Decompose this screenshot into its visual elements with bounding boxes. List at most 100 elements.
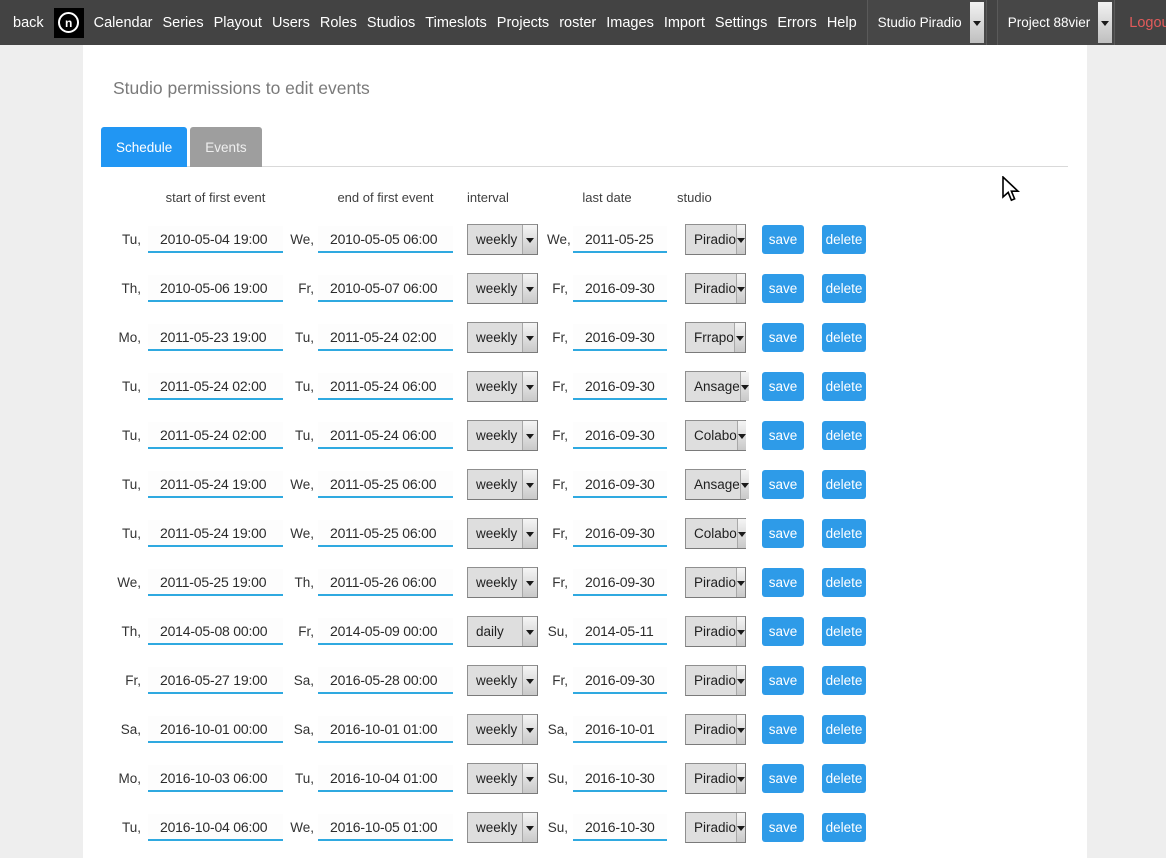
delete-button[interactable]: delete bbox=[822, 225, 866, 254]
nav-item-images[interactable]: Images bbox=[606, 15, 654, 31]
nav-item-studios[interactable]: Studios bbox=[367, 15, 415, 31]
nav-item-projects[interactable]: Projects bbox=[497, 15, 549, 31]
delete-button[interactable]: delete bbox=[822, 617, 866, 646]
last-date-input[interactable] bbox=[573, 373, 667, 400]
studio-select[interactable]: Piradio bbox=[685, 273, 746, 304]
end-datetime-input[interactable] bbox=[318, 618, 453, 645]
start-datetime-input[interactable] bbox=[148, 765, 283, 792]
delete-button[interactable]: delete bbox=[822, 568, 866, 597]
interval-select[interactable]: weekly bbox=[467, 322, 538, 353]
nav-item-playout[interactable]: Playout bbox=[214, 15, 262, 31]
end-datetime-input[interactable] bbox=[318, 226, 453, 253]
save-button[interactable]: save bbox=[762, 519, 804, 548]
last-date-input[interactable] bbox=[573, 226, 667, 253]
start-datetime-input[interactable] bbox=[148, 373, 283, 400]
save-button[interactable]: save bbox=[762, 617, 804, 646]
interval-select[interactable]: weekly bbox=[467, 273, 538, 304]
studio-select[interactable]: Piradio bbox=[685, 714, 746, 745]
start-datetime-input[interactable] bbox=[148, 569, 283, 596]
nav-item-settings[interactable]: Settings bbox=[715, 15, 767, 31]
delete-button[interactable]: delete bbox=[822, 764, 866, 793]
nav-item-help[interactable]: Help bbox=[827, 15, 857, 31]
nav-item-roles[interactable]: Roles bbox=[320, 15, 357, 31]
save-button[interactable]: save bbox=[762, 715, 804, 744]
last-date-input[interactable] bbox=[573, 765, 667, 792]
end-datetime-input[interactable] bbox=[318, 667, 453, 694]
start-datetime-input[interactable] bbox=[148, 618, 283, 645]
save-button[interactable]: save bbox=[762, 225, 804, 254]
nav-item-roster[interactable]: roster bbox=[559, 15, 596, 31]
end-datetime-input[interactable] bbox=[318, 275, 453, 302]
interval-select[interactable]: daily bbox=[467, 616, 538, 647]
last-date-input[interactable] bbox=[573, 814, 667, 841]
end-datetime-input[interactable] bbox=[318, 716, 453, 743]
save-button[interactable]: save bbox=[762, 323, 804, 352]
studio-select[interactable]: Piradio bbox=[685, 763, 746, 794]
interval-select[interactable]: weekly bbox=[467, 812, 538, 843]
start-datetime-input[interactable] bbox=[148, 667, 283, 694]
studio-select[interactable]: Piradio bbox=[685, 224, 746, 255]
delete-button[interactable]: delete bbox=[822, 715, 866, 744]
studio-select[interactable]: Colabo bbox=[685, 518, 746, 549]
save-button[interactable]: save bbox=[762, 470, 804, 499]
save-button[interactable]: save bbox=[762, 372, 804, 401]
studio-select[interactable]: Ansage bbox=[685, 469, 746, 500]
interval-select[interactable]: weekly bbox=[467, 714, 538, 745]
nav-item-import[interactable]: Import bbox=[664, 15, 705, 31]
last-date-input[interactable] bbox=[573, 667, 667, 694]
project-switcher-select[interactable]: Project 88vier bbox=[997, 0, 1116, 45]
studio-select[interactable]: Ansage bbox=[685, 371, 746, 402]
interval-select[interactable]: weekly bbox=[467, 420, 538, 451]
save-button[interactable]: save bbox=[762, 666, 804, 695]
last-date-input[interactable] bbox=[573, 422, 667, 449]
start-datetime-input[interactable] bbox=[148, 471, 283, 498]
start-datetime-input[interactable] bbox=[148, 226, 283, 253]
delete-button[interactable]: delete bbox=[822, 323, 866, 352]
interval-select[interactable]: weekly bbox=[467, 224, 538, 255]
end-datetime-input[interactable] bbox=[318, 373, 453, 400]
back-link[interactable]: back bbox=[13, 15, 44, 31]
interval-select[interactable]: weekly bbox=[467, 567, 538, 598]
nav-item-users[interactable]: Users bbox=[272, 15, 310, 31]
interval-select[interactable]: weekly bbox=[467, 763, 538, 794]
delete-button[interactable]: delete bbox=[822, 666, 866, 695]
start-datetime-input[interactable] bbox=[148, 716, 283, 743]
last-date-input[interactable] bbox=[573, 471, 667, 498]
logo-icon[interactable]: n bbox=[54, 8, 84, 38]
studio-select[interactable]: Colabo bbox=[685, 420, 746, 451]
save-button[interactable]: save bbox=[762, 568, 804, 597]
last-date-input[interactable] bbox=[573, 716, 667, 743]
last-date-input[interactable] bbox=[573, 275, 667, 302]
end-datetime-input[interactable] bbox=[318, 520, 453, 547]
start-datetime-input[interactable] bbox=[148, 814, 283, 841]
interval-select[interactable]: weekly bbox=[467, 665, 538, 696]
delete-button[interactable]: delete bbox=[822, 519, 866, 548]
save-button[interactable]: save bbox=[762, 764, 804, 793]
save-button[interactable]: save bbox=[762, 274, 804, 303]
nav-item-timeslots[interactable]: Timeslots bbox=[425, 15, 487, 31]
studio-select[interactable]: Piradio bbox=[685, 812, 746, 843]
delete-button[interactable]: delete bbox=[822, 274, 866, 303]
interval-select[interactable]: weekly bbox=[467, 371, 538, 402]
interval-select[interactable]: weekly bbox=[467, 469, 538, 500]
start-datetime-input[interactable] bbox=[148, 324, 283, 351]
save-button[interactable]: save bbox=[762, 421, 804, 450]
save-button[interactable]: save bbox=[762, 813, 804, 842]
delete-button[interactable]: delete bbox=[822, 813, 866, 842]
nav-item-calendar[interactable]: Calendar bbox=[94, 15, 153, 31]
end-datetime-input[interactable] bbox=[318, 324, 453, 351]
start-datetime-input[interactable] bbox=[148, 520, 283, 547]
studio-switcher-select[interactable]: Studio Piradio bbox=[867, 0, 987, 45]
end-datetime-input[interactable] bbox=[318, 471, 453, 498]
tab-events[interactable]: Events bbox=[190, 127, 261, 167]
studio-select[interactable]: Piradio bbox=[685, 665, 746, 696]
studio-select[interactable]: Piradio bbox=[685, 567, 746, 598]
studio-select[interactable]: Frrapo bbox=[685, 322, 746, 353]
nav-item-errors[interactable]: Errors bbox=[777, 15, 816, 31]
last-date-input[interactable] bbox=[573, 520, 667, 547]
end-datetime-input[interactable] bbox=[318, 422, 453, 449]
nav-item-series[interactable]: Series bbox=[162, 15, 203, 31]
delete-button[interactable]: delete bbox=[822, 421, 866, 450]
tab-schedule[interactable]: Schedule bbox=[101, 127, 187, 167]
delete-button[interactable]: delete bbox=[822, 372, 866, 401]
